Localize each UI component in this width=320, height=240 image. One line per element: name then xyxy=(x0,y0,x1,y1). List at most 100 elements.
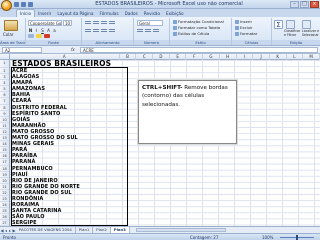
group-label-number: Número xyxy=(134,40,169,45)
cell-styles-label: Estilos de Célula xyxy=(178,31,210,36)
font-color-row xyxy=(28,34,50,38)
cell-styles-icon xyxy=(173,32,177,36)
paste-label[interactable]: Colar xyxy=(3,32,13,37)
format-cells-icon xyxy=(235,32,239,36)
formula-bar: A2 fx ACRE xyxy=(0,46,320,54)
minimize-button[interactable]: – xyxy=(290,1,299,8)
italic-icon[interactable]: I xyxy=(34,28,39,33)
status-mode: Pronto xyxy=(3,235,16,240)
align-center-icon[interactable] xyxy=(93,29,99,33)
comma-icon[interactable] xyxy=(153,29,159,33)
group-label-alignment: Alinhamento xyxy=(82,40,133,45)
maximize-button[interactable]: □ xyxy=(300,1,309,8)
status-bar: Pronto Contagem: 27 100% xyxy=(0,233,320,240)
group-font: Copperplate Go 10 N I S A a Fonte xyxy=(26,18,82,45)
horizontal-scrollbar[interactable] xyxy=(135,228,226,232)
align-right-icon[interactable] xyxy=(101,29,107,33)
row-headers: 1 2 3 4 5 6 7 8 9 10 11 12 13 14 15 16 17 18 19 20 21 22 23 24 2… xyxy=(0,60,10,226)
tab-revisao[interactable]: Revisão xyxy=(141,10,163,17)
number-buttons xyxy=(137,29,159,33)
title-bar: ESTADOS BRASILEIROS - Microsoft Excel us… xyxy=(0,0,320,11)
tab-layout[interactable]: Layout da Página xyxy=(54,10,96,17)
zoom-slider[interactable] xyxy=(280,235,314,240)
insert-cells-icon xyxy=(235,20,239,24)
shortcut-key: CTRL+SHIFT- xyxy=(142,85,183,91)
group-label-editing: Edição xyxy=(272,40,320,45)
group-label-font: Fonte xyxy=(26,40,81,45)
font-format-row: N I S A a xyxy=(28,28,57,33)
group-clipboard: Colar Área de Transfer... xyxy=(0,18,26,45)
format-table-label: Formatar como Tabela xyxy=(178,25,221,30)
conditional-format-icon xyxy=(173,20,177,24)
tab-inserir[interactable]: Inserir xyxy=(35,10,54,17)
zoom-slider-thumb[interactable] xyxy=(296,235,298,240)
tab-inicio[interactable]: Início xyxy=(16,9,36,17)
group-label-styles: Estilo xyxy=(170,40,231,45)
office-button[interactable] xyxy=(1,0,12,11)
group-styles: Formatação Condicional Formatar como Tab… xyxy=(170,18,232,45)
window-title: ESTADOS BRASILEIROS - Microsoft Excel us… xyxy=(95,1,243,7)
save-icon[interactable] xyxy=(14,2,19,7)
insert-function-icon[interactable]: fx xyxy=(71,47,79,53)
zoom-level[interactable]: 100% xyxy=(262,235,273,240)
redo-icon[interactable] xyxy=(28,2,33,7)
font-name-select[interactable]: Copperplate Go xyxy=(28,20,62,26)
shortcut-note: CTRL+SHIFT- Remove bordas (contorno) das… xyxy=(138,80,237,144)
sort-filter-label[interactable]: Classificar e Filtrar xyxy=(284,29,302,37)
find-select-label[interactable]: Localizar e Selecionar xyxy=(302,29,320,37)
name-box[interactable]: A2 xyxy=(2,47,42,53)
autosum-icon[interactable]: Σ xyxy=(274,20,283,29)
conditional-format-label: Formatação Condicional xyxy=(178,19,224,24)
row-header[interactable]: 1 xyxy=(0,60,9,68)
ribbon: Colar Área de Transfer... Copperplate Go… xyxy=(0,17,320,46)
currency-icon[interactable] xyxy=(137,29,143,33)
selected-range xyxy=(11,67,128,226)
fill-color-icon[interactable] xyxy=(36,34,42,38)
shrink-font-icon[interactable]: a xyxy=(52,28,57,33)
insert-cells-label: Inserir xyxy=(240,19,253,24)
align-bottom-icon[interactable] xyxy=(101,21,107,25)
align-row-bottom xyxy=(85,29,115,33)
tab-dados[interactable]: Dados xyxy=(122,10,141,17)
group-alignment: Alinhamento xyxy=(82,18,134,45)
format-cells-button[interactable]: Formatar xyxy=(235,31,257,36)
undo-icon[interactable] xyxy=(21,2,26,7)
group-label-clipboard: Área de Transfer... xyxy=(0,40,25,45)
borders-icon[interactable] xyxy=(28,34,34,38)
format-table-icon xyxy=(173,26,177,30)
group-cells: Inserir Excluir Formatar Células xyxy=(232,18,272,45)
percent-icon[interactable] xyxy=(145,29,151,33)
group-editing: Σ Classificar e Filtrar Localizar e Sele… xyxy=(272,18,320,45)
close-button[interactable]: × xyxy=(310,1,319,8)
find-select-icon[interactable] xyxy=(302,20,311,29)
number-format-select[interactable]: Geral xyxy=(137,20,163,26)
status-count: Contagem: 27 xyxy=(190,235,219,240)
sheet-tab-bar: ◀ ◂ ▸ ▶ PACOTES DE VIAGENS 2004 Plan1 Pl… xyxy=(0,226,320,233)
merge-cells-icon[interactable] xyxy=(109,29,115,33)
ribbon-tabs: Início Inserir Layout da Página Fórmulas… xyxy=(0,9,320,17)
underline-icon[interactable]: S xyxy=(40,28,45,33)
delete-cells-label: Excluir xyxy=(240,25,253,30)
conditional-format-button[interactable]: Formatação Condicional xyxy=(173,19,224,24)
align-left-icon[interactable] xyxy=(85,29,91,33)
delete-cells-icon xyxy=(235,26,239,30)
align-middle-icon[interactable] xyxy=(93,21,99,25)
cell-styles-button[interactable]: Estilos de Célula xyxy=(173,31,209,36)
grow-font-icon[interactable]: A xyxy=(46,28,51,33)
align-top-icon[interactable] xyxy=(85,21,91,25)
sort-filter-icon[interactable] xyxy=(286,20,295,29)
group-number: Geral Número xyxy=(134,18,170,45)
wrap-text-icon[interactable] xyxy=(109,21,115,25)
tab-formulas[interactable]: Fórmulas xyxy=(96,10,121,17)
delete-cells-button[interactable]: Excluir xyxy=(235,25,253,30)
formula-input[interactable]: ACRE xyxy=(80,47,318,53)
insert-cells-button[interactable]: Inserir xyxy=(235,19,252,24)
tab-exibicao[interactable]: Exibição xyxy=(163,10,187,17)
group-label-cells: Células xyxy=(232,40,271,45)
paste-icon[interactable] xyxy=(4,20,18,31)
font-size-select[interactable]: 10 xyxy=(63,20,72,26)
bold-icon[interactable]: N xyxy=(28,28,33,33)
format-table-button[interactable]: Formatar como Tabela xyxy=(173,25,220,30)
align-row-top xyxy=(85,21,115,25)
font-color-icon[interactable] xyxy=(44,34,50,38)
